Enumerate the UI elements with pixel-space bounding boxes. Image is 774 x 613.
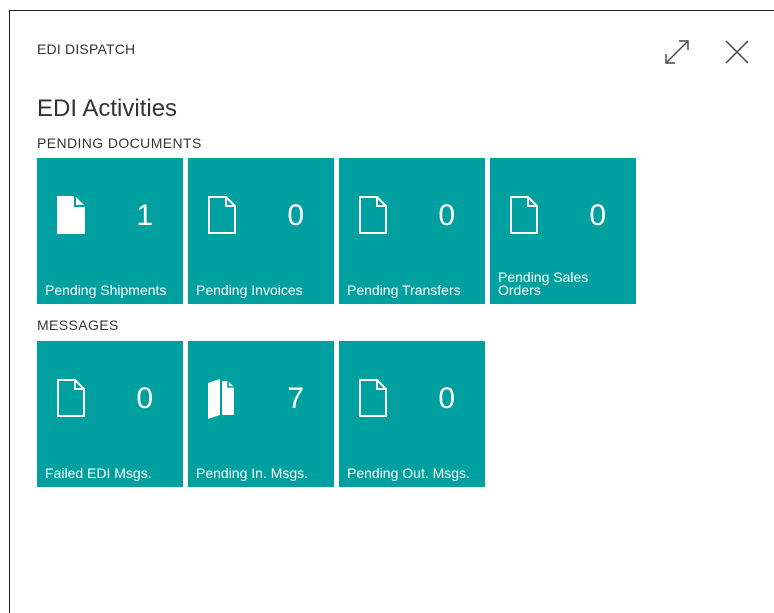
expand-button[interactable] [660, 35, 694, 69]
tile-count: 0 [438, 199, 455, 232]
document-outline-icon [359, 196, 387, 234]
tile-count: 0 [287, 199, 304, 232]
pending-documents-tiles: 1 Pending Shipments 0 Pending Invoices 0… [37, 158, 636, 304]
tile-count: 0 [438, 382, 455, 415]
tile-count: 7 [287, 382, 304, 415]
tile-pending-invoices[interactable]: 0 Pending Invoices [188, 158, 334, 304]
expand-icon [662, 37, 692, 67]
tile-label: Pending In. Msgs. [196, 465, 309, 481]
tile-failed-edi-msgs[interactable]: 0 Failed EDI Msgs. [37, 341, 183, 487]
document-outline-icon [57, 379, 85, 417]
document-outline-icon [208, 196, 236, 234]
tile-label: Pending Invoices [196, 282, 303, 298]
tile-label: Pending Out. Msgs. [347, 465, 470, 481]
document-open-icon [208, 379, 236, 419]
tile-count: 1 [136, 199, 153, 232]
page-heading: EDI Activities [37, 95, 178, 122]
tile-pending-out-msgs[interactable]: 0 Pending Out. Msgs. [339, 341, 485, 487]
document-outline-icon [510, 196, 538, 234]
tile-label: Failed EDI Msgs. [45, 465, 152, 481]
close-icon [724, 39, 750, 65]
document-filled-icon [57, 196, 85, 234]
tile-label: Pending Transfers [347, 282, 461, 298]
panel-title: EDI DISPATCH [37, 41, 136, 57]
tile-pending-in-msgs[interactable]: 7 Pending In. Msgs. [188, 341, 334, 487]
section-label-messages: MESSAGES [37, 317, 119, 333]
edi-dispatch-panel: EDI DISPATCH EDI Activities PENDING DOCU… [9, 10, 774, 613]
tile-pending-sales-orders[interactable]: 0 Pending Sales Orders [490, 158, 636, 304]
tile-label: Pending Sales Orders [498, 269, 589, 298]
close-button[interactable] [720, 35, 754, 69]
document-outline-icon [359, 379, 387, 417]
tile-count: 0 [136, 382, 153, 415]
tile-label: Pending Shipments [45, 282, 167, 298]
tile-pending-shipments[interactable]: 1 Pending Shipments [37, 158, 183, 304]
tile-count: 0 [589, 199, 606, 232]
tile-pending-transfers[interactable]: 0 Pending Transfers [339, 158, 485, 304]
section-label-pending-documents: PENDING DOCUMENTS [37, 135, 202, 151]
messages-tiles: 0 Failed EDI Msgs. 7 Pending In. Msgs. 0… [37, 341, 485, 487]
